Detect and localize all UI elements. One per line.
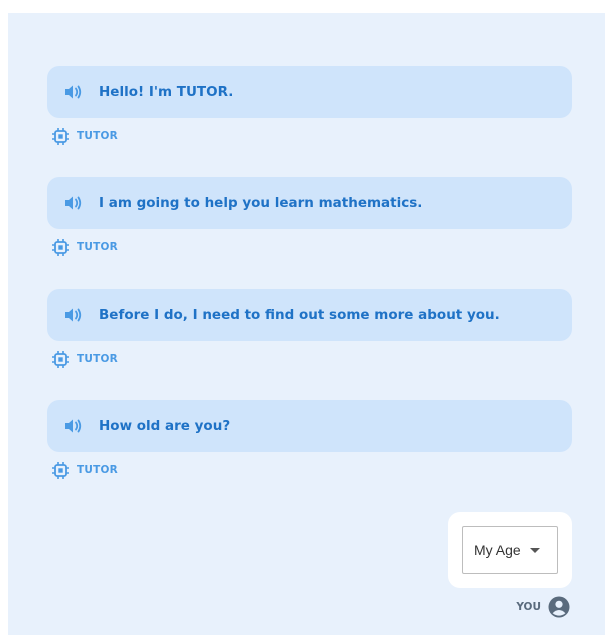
age-select[interactable]: My Age: [462, 526, 558, 574]
chip-icon: [51, 127, 70, 146]
chip-icon: [51, 461, 70, 480]
tutor-message: Hello! I'm TUTOR.: [47, 66, 572, 118]
speaker-icon[interactable]: [63, 83, 83, 101]
message-text: Hello! I'm TUTOR.: [99, 84, 234, 100]
user-circle-icon: [548, 596, 570, 618]
sender-tag: TUTOR: [51, 461, 118, 479]
message-text: I am going to help you learn mathematics…: [99, 195, 423, 211]
speaker-icon[interactable]: [63, 194, 83, 212]
chip-icon: [51, 350, 70, 369]
caret-down-icon: [529, 547, 540, 553]
tutor-message: Before I do, I need to find out some mor…: [47, 289, 572, 341]
reply-card: My Age: [448, 512, 572, 588]
message-text: How old are you?: [99, 418, 231, 434]
sender-label: TUTOR: [77, 241, 118, 253]
message-text: Before I do, I need to find out some mor…: [99, 307, 500, 323]
sender-label: TUTOR: [77, 353, 118, 365]
tutor-message: How old are you?: [47, 400, 572, 452]
you-label: YOU: [516, 601, 541, 613]
sender-tag: TUTOR: [51, 350, 118, 368]
chip-icon: [51, 238, 70, 257]
sender-tag: TUTOR: [51, 238, 118, 256]
speaker-icon[interactable]: [63, 417, 83, 435]
age-select-label: My Age: [474, 542, 521, 558]
sender-label: TUTOR: [77, 130, 118, 142]
tutor-message: I am going to help you learn mathematics…: [47, 177, 572, 229]
sender-tag: TUTOR: [51, 127, 118, 145]
speaker-icon[interactable]: [63, 306, 83, 324]
user-tag: YOU: [516, 596, 570, 618]
sender-label: TUTOR: [77, 464, 118, 476]
